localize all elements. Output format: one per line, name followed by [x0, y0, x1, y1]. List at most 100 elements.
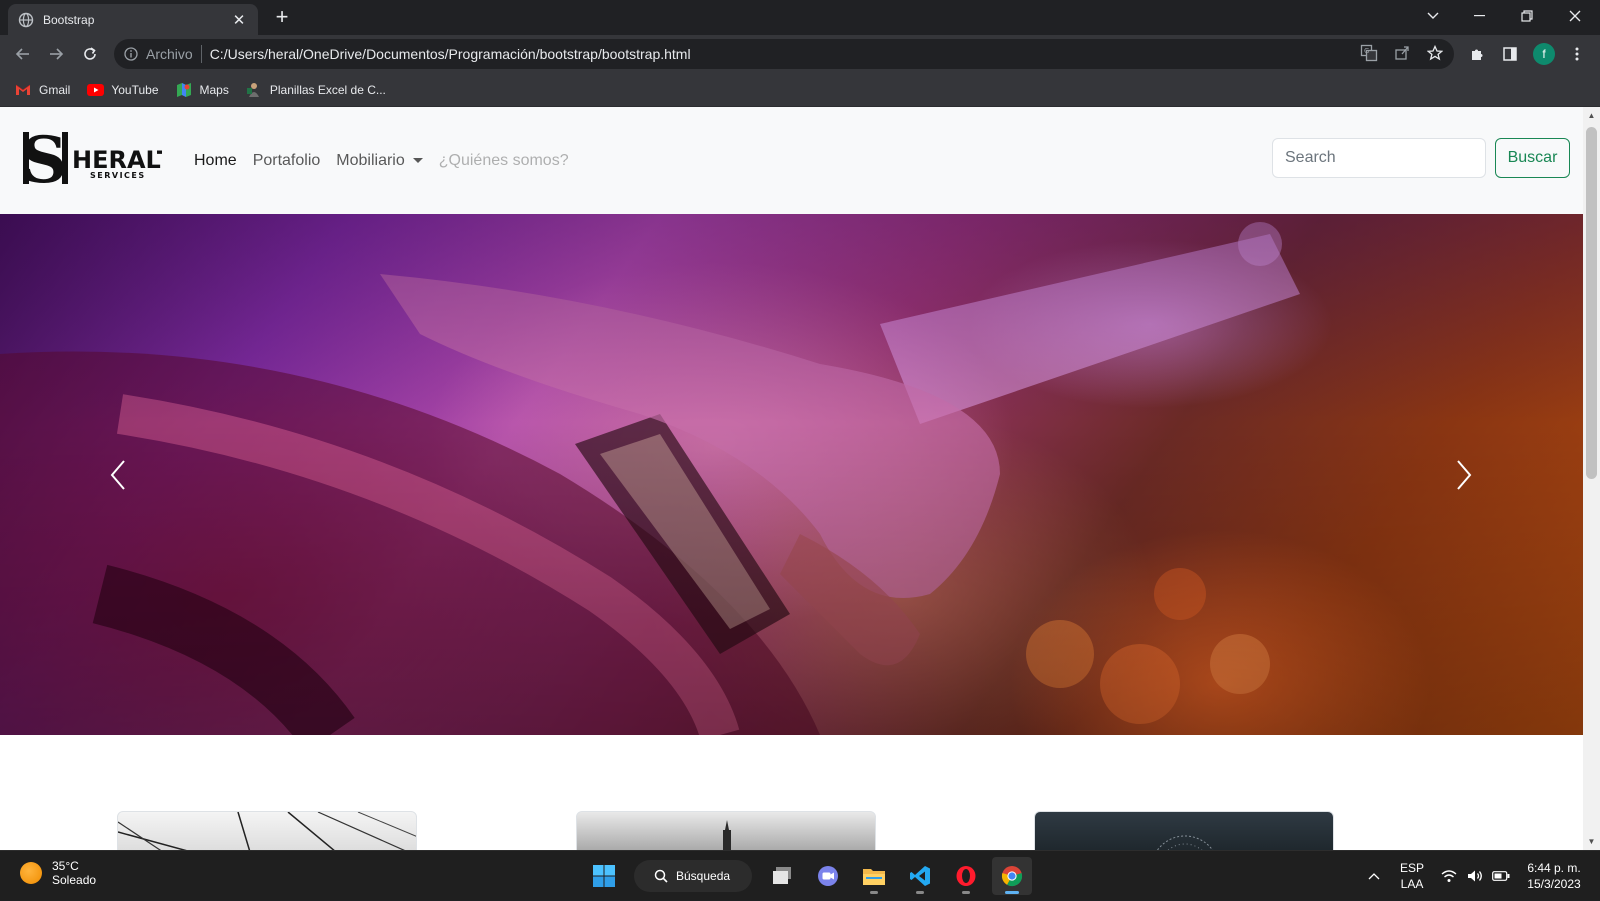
- reload-icon[interactable]: [77, 41, 103, 67]
- file-explorer-button[interactable]: [854, 857, 894, 895]
- nav-mobiliario-label: Mobiliario: [336, 151, 405, 169]
- address-bar[interactable]: Archivo C:/Users/heral/OneDrive/Document…: [114, 39, 1454, 69]
- browser-tab-strip: Bootstrap ✕ +: [0, 0, 1600, 35]
- carousel-overlay: [0, 214, 1583, 735]
- volume-icon[interactable]: [1462, 851, 1488, 901]
- close-tab-icon[interactable]: ✕: [230, 11, 248, 29]
- clock-date: 15/3/2023: [1527, 877, 1581, 891]
- nav-quienes-somos: ¿Quiénes somos?: [438, 151, 569, 169]
- address-url[interactable]: C:/Users/heral/OneDrive/Documentos/Progr…: [210, 46, 691, 62]
- wifi-icon[interactable]: [1436, 851, 1462, 901]
- close-window-icon[interactable]: [1552, 0, 1598, 32]
- show-hidden-icons-chevron-icon[interactable]: [1360, 851, 1388, 901]
- svg-text:HERALT: HERALT: [72, 146, 162, 174]
- opera-icon: [956, 866, 976, 886]
- bookmark-youtube[interactable]: YouTube: [86, 82, 159, 98]
- folder-icon: [863, 869, 885, 885]
- maps-icon: [175, 82, 193, 98]
- scroll-up-arrow-icon[interactable]: ▲: [1583, 107, 1600, 124]
- bookmark-excel-templates[interactable]: Planillas Excel de C...: [245, 82, 386, 98]
- search-icon: [654, 869, 668, 883]
- taskbar-apps: Búsqueda: [584, 857, 1038, 895]
- scroll-thumb[interactable]: [1586, 127, 1597, 479]
- svg-text:SERVICES: SERVICES: [90, 171, 146, 180]
- clock[interactable]: 6:44 p. m. 15/3/2023: [1516, 851, 1592, 901]
- opera-button[interactable]: [946, 857, 986, 895]
- running-indicator: [962, 891, 970, 894]
- tab-search-chevron-icon[interactable]: [1410, 0, 1456, 32]
- chat-icon: [818, 866, 838, 886]
- share-icon[interactable]: [1390, 41, 1414, 65]
- nav-mobiliario-dropdown[interactable]: Mobiliario: [336, 151, 423, 170]
- carousel-next-button[interactable]: [1444, 450, 1484, 500]
- browser-toolbar: Archivo C:/Users/heral/OneDrive/Document…: [0, 35, 1600, 73]
- card-image-1[interactable]: [117, 811, 417, 850]
- running-indicator: [870, 891, 878, 894]
- weather-widget[interactable]: 35°C Soleado: [20, 859, 96, 887]
- bookmark-maps[interactable]: Maps: [175, 82, 229, 98]
- back-arrow-icon[interactable]: [10, 41, 36, 67]
- running-indicator: [916, 891, 924, 894]
- taskbar-search-button[interactable]: Búsqueda: [634, 860, 752, 892]
- svg-text:G: G: [1364, 47, 1369, 55]
- sun-icon: [20, 862, 42, 884]
- scroll-down-arrow-icon[interactable]: ▼: [1583, 833, 1600, 850]
- nav-links: Home Portafolio Mobiliario ¿Quiénes somo…: [194, 107, 585, 214]
- tab-title: Bootstrap: [43, 12, 95, 27]
- new-tab-button[interactable]: +: [270, 6, 294, 30]
- chrome-icon: [1001, 866, 1023, 887]
- windows-logo-icon: [593, 865, 615, 887]
- globe-icon: [18, 12, 34, 28]
- address-scheme-label: Archivo: [146, 46, 193, 62]
- browser-tab[interactable]: Bootstrap ✕: [8, 4, 258, 35]
- language-indicator[interactable]: ESP LAA: [1392, 851, 1432, 901]
- chevron-right-icon: [1457, 460, 1472, 490]
- hero-carousel: [0, 214, 1583, 735]
- search-input[interactable]: [1272, 138, 1486, 178]
- page-viewport: S HERALT SERVICES Home Portafolio Mobili…: [0, 107, 1600, 850]
- keyboard-layout: LAA: [1400, 877, 1424, 891]
- address-separator: [200, 45, 202, 63]
- nav-home[interactable]: Home: [194, 152, 237, 170]
- teams-chat-button[interactable]: [808, 857, 848, 895]
- card-image-2[interactable]: [576, 811, 876, 850]
- restore-window-icon[interactable]: [1504, 0, 1550, 32]
- site-info-icon[interactable]: [124, 47, 138, 61]
- profile-initial: f: [1533, 43, 1555, 65]
- windows-taskbar: 35°C Soleado Búsqueda ESP LAA 6:44 p. m.…: [0, 850, 1600, 900]
- extensions-puzzle-icon[interactable]: [1464, 41, 1490, 67]
- heralt-logo[interactable]: S HERALT SERVICES: [21, 123, 174, 198]
- search-button[interactable]: Buscar: [1495, 138, 1570, 178]
- vscode-button[interactable]: [900, 857, 940, 895]
- site-navbar: S HERALT SERVICES Home Portafolio Mobili…: [0, 107, 1583, 214]
- carousel-prev-button[interactable]: [98, 450, 138, 500]
- card-image-3[interactable]: [1034, 811, 1334, 850]
- taskbar-search-label: Búsqueda: [676, 869, 731, 883]
- clock-time: 6:44 p. m.: [1527, 861, 1581, 875]
- vscode-icon: [910, 866, 930, 886]
- bookmark-star-icon[interactable]: [1423, 41, 1447, 65]
- minimize-window-icon[interactable]: [1457, 0, 1503, 32]
- profile-avatar[interactable]: f: [1531, 41, 1557, 67]
- bookmark-gmail[interactable]: Gmail: [14, 82, 70, 98]
- youtube-icon: [86, 82, 104, 98]
- weather-condition: Soleado: [52, 873, 97, 887]
- excel-templates-icon: [245, 82, 263, 98]
- gmail-icon: [14, 82, 32, 98]
- windows-start-button[interactable]: [584, 857, 624, 895]
- translate-icon[interactable]: G: [1357, 41, 1381, 65]
- battery-icon[interactable]: [1488, 851, 1514, 901]
- forward-arrow-icon[interactable]: [43, 41, 69, 67]
- page-scrollbar[interactable]: ▲ ▼: [1583, 107, 1600, 850]
- more-options-icon[interactable]: [1564, 41, 1590, 67]
- caret-down-icon: [412, 158, 423, 163]
- task-view-button[interactable]: [762, 857, 802, 895]
- chrome-button[interactable]: [992, 857, 1032, 895]
- task-view-icon: [773, 867, 791, 884]
- side-panel-icon[interactable]: [1497, 41, 1523, 67]
- running-indicator: [1005, 891, 1019, 894]
- nav-portafolio[interactable]: Portafolio: [253, 152, 321, 170]
- language-code: ESP: [1399, 861, 1424, 875]
- weather-temp: 35°C: [52, 859, 79, 873]
- bookmarks-bar: Gmail YouTube Maps Planillas Excel de C.…: [0, 73, 1600, 107]
